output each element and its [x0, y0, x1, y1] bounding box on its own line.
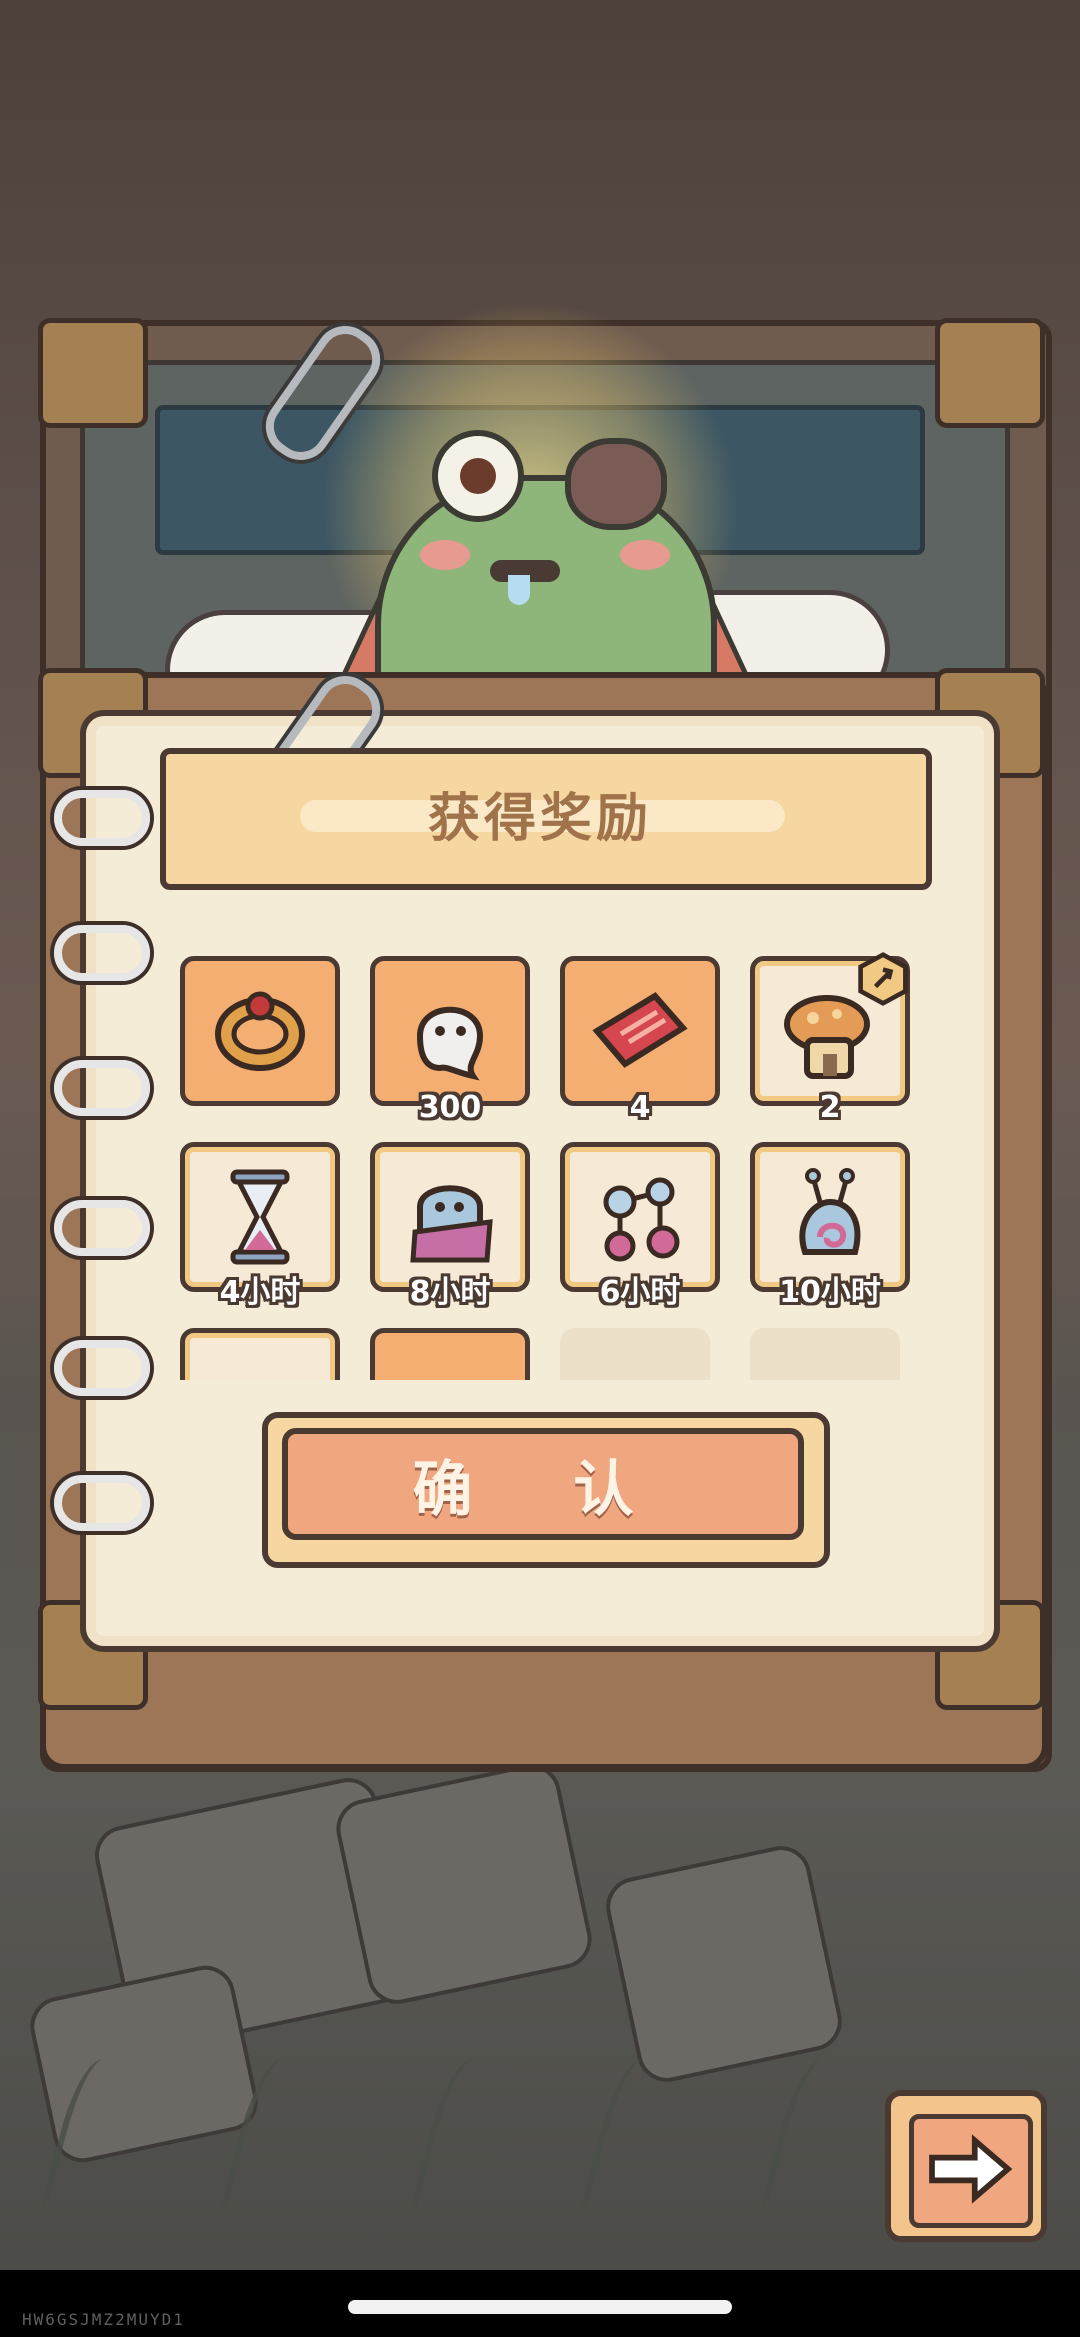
snail-flask-icon	[799, 1168, 861, 1255]
home-indicator[interactable]	[348, 2300, 732, 2314]
rock	[600, 1840, 848, 2088]
reward-slot-ghost-cloak[interactable]: 8小时	[370, 1142, 530, 1310]
reward-slot-partial[interactable]	[370, 1328, 530, 1380]
reward-slot-mushroom-house[interactable]: 2	[750, 952, 910, 1125]
dialog-title: 获得奖励	[427, 788, 652, 849]
binder-ring-icon	[54, 790, 150, 846]
reward-slot-molecule-flask[interactable]: 6小时	[560, 1142, 720, 1310]
molecule-flask-icon	[603, 1177, 680, 1262]
next-button-inner	[909, 2114, 1033, 2228]
frog-drool	[508, 575, 530, 605]
frog-cheek	[420, 540, 470, 570]
reward-slot-empty	[750, 1328, 900, 1380]
reward-slot-hourglass[interactable]: 4小时	[180, 1142, 340, 1310]
reward-qty: 4小时	[219, 1275, 301, 1310]
binder-ring-icon	[54, 1475, 150, 1531]
reward-slot-empty	[560, 1328, 710, 1380]
reward-grid[interactable]: 300 4 2 4小时 8小时 6小时 10小时	[130, 920, 950, 1380]
reward-slot-snail-flask[interactable]: 10小时	[750, 1142, 910, 1310]
confirm-button[interactable]: 确 认	[282, 1428, 804, 1540]
next-button[interactable]	[885, 2090, 1047, 2242]
reward-slot-ticket[interactable]: 4	[560, 956, 720, 1125]
arrow-right-icon	[929, 2134, 1013, 2204]
ghost-cloak-icon	[410, 1185, 493, 1263]
watermark: HW6GSJMZ2MUYD1	[22, 2310, 185, 2329]
ticket-icon	[592, 992, 688, 1068]
frog-cheek	[620, 540, 670, 570]
frog-eyepatch	[565, 438, 667, 530]
reward-qty: 8小时	[409, 1275, 491, 1310]
upgrade-badge-icon	[858, 952, 908, 1006]
reward-qty: 4	[629, 1090, 651, 1125]
reward-slot-partial[interactable]	[180, 1328, 340, 1380]
hourglass-icon	[230, 1169, 290, 1265]
board-corner	[935, 318, 1045, 428]
reward-qty: 2	[819, 1090, 841, 1125]
frog-eye	[432, 430, 524, 522]
reward-slot-ghost-soul[interactable]: 300	[370, 956, 530, 1125]
board-corner	[38, 318, 148, 428]
reward-slot-ring[interactable]	[180, 956, 340, 1106]
ring-icon	[215, 991, 305, 1071]
ghost-soul-icon	[416, 1006, 484, 1081]
reward-qty: 300	[418, 1090, 482, 1125]
reward-qty: 10小时	[779, 1275, 881, 1310]
reward-qty: 6小时	[599, 1275, 681, 1310]
